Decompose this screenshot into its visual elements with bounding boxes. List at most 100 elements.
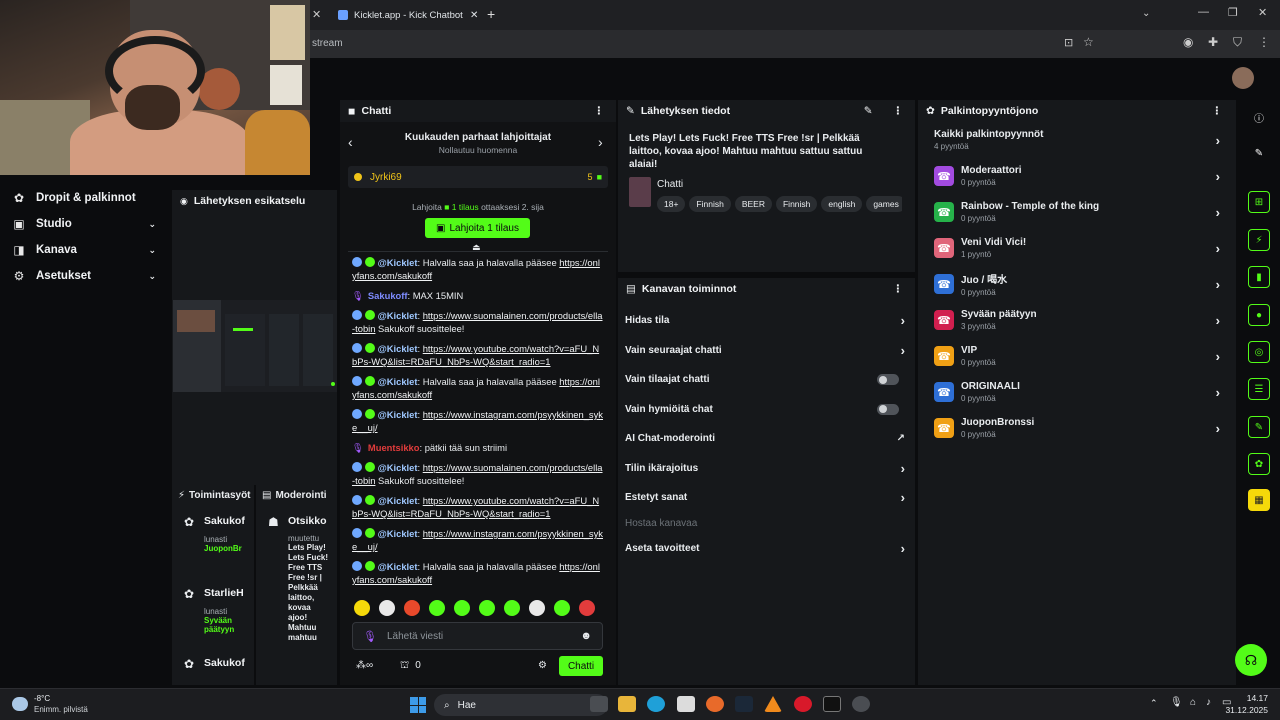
- terminal-icon[interactable]: [823, 696, 841, 712]
- browser-tab[interactable]: Kicklet.app - Kick Chatbot and C ✕: [330, 4, 480, 26]
- chat-username[interactable]: @Kicklet: [378, 310, 418, 321]
- chat-username[interactable]: Muentsikko: [368, 442, 420, 453]
- reward-row[interactable]: ☎ JuoponBronssi 0 pyyntöä ›: [918, 410, 1236, 446]
- chat-menu-icon[interactable]: ⋮: [594, 105, 605, 117]
- reward-row[interactable]: ☎ Veni Vidi Vici! 1 pyyntö ›: [918, 230, 1236, 266]
- emote-icon[interactable]: [504, 600, 520, 616]
- chat-username[interactable]: @Kicklet: [378, 561, 418, 572]
- url-text[interactable]: stream: [312, 38, 343, 49]
- steam-icon[interactable]: [735, 696, 753, 712]
- clapperboard-icon[interactable]: ▦: [1248, 489, 1270, 511]
- moderation-item[interactable]: ☗ Otsikko muutettu Lets Play! Lets Fuck!…: [256, 505, 337, 685]
- edge-browser-icon[interactable]: [647, 696, 665, 712]
- wrench-icon[interactable]: ✎: [1248, 416, 1270, 438]
- minimize-icon[interactable]: —: [1198, 6, 1209, 18]
- emote-icon[interactable]: [404, 600, 420, 616]
- task-view-icon[interactable]: [590, 696, 608, 712]
- clock-date[interactable]: 31.12.2025: [1218, 705, 1268, 715]
- toggle-switch[interactable]: [877, 374, 899, 386]
- broadcast-menu-icon[interactable]: ⋮: [893, 105, 904, 117]
- emote-icon[interactable]: [454, 600, 470, 616]
- chat-input[interactable]: 🎙 Lähetä viesti ☻: [352, 622, 603, 650]
- channel-action-row[interactable]: Tilin ikärajoitus ›: [618, 454, 915, 484]
- chat-username[interactable]: @Kicklet: [378, 528, 418, 539]
- chat-username[interactable]: @Kicklet: [378, 409, 418, 420]
- new-tab-icon[interactable]: +: [487, 6, 495, 22]
- reward-row[interactable]: ☎ Rainbow - Temple of the king 0 pyyntöä ›: [918, 194, 1236, 230]
- chevron-down-icon[interactable]: ⌄: [1142, 8, 1150, 19]
- weather-desc[interactable]: Enimm. pilvistä: [34, 705, 88, 714]
- settings-app-icon[interactable]: [852, 696, 870, 712]
- category-thumbnail[interactable]: [629, 177, 651, 207]
- store-icon[interactable]: [677, 696, 695, 712]
- reward-row[interactable]: ☎ Juo / 喝水 0 pyyntöä ›: [918, 266, 1236, 302]
- stream-preview-thumbnail[interactable]: [173, 300, 337, 392]
- reward-row[interactable]: ☎ ORIGINAALI 0 pyyntöä ›: [918, 374, 1236, 410]
- send-chat-button[interactable]: Chatti: [559, 656, 603, 676]
- opera-icon[interactable]: [794, 696, 812, 712]
- emote-icon[interactable]: [529, 600, 545, 616]
- maximize-icon[interactable]: ❐: [1228, 6, 1238, 19]
- sidebar-item[interactable]: ✿ Dropit & palkinnot: [0, 185, 170, 211]
- reward-row[interactable]: ☎ VIP 0 pyyntöä ›: [918, 338, 1236, 374]
- chat-settings-gear-icon[interactable]: ⚙: [538, 660, 547, 671]
- emote-icon[interactable]: [354, 600, 370, 616]
- channel-action-row[interactable]: Vain hymiöitä chat: [618, 395, 915, 425]
- stream-tag[interactable]: Finnish: [775, 196, 818, 212]
- clock-time[interactable]: 14.17: [1228, 693, 1268, 703]
- stream-tag[interactable]: 18+: [657, 196, 686, 212]
- emote-icon[interactable]: [554, 600, 570, 616]
- chevron-up-icon[interactable]: ⌃: [1150, 698, 1158, 709]
- stream-tag[interactable]: BEER: [734, 196, 772, 212]
- emote-icon[interactable]: [579, 600, 595, 616]
- support-headset-icon[interactable]: ☊: [1235, 644, 1267, 676]
- menu-dots-icon[interactable]: ⋮: [1258, 35, 1270, 49]
- chat-messages[interactable]: @Kicklet: Halvalla saa ja halavalla pääs…: [340, 256, 616, 596]
- bolt-icon[interactable]: ⚡: [1248, 229, 1270, 251]
- chat-username[interactable]: Sakukoff: [368, 290, 408, 301]
- taskbar-search[interactable]: ⌕ Hae: [434, 694, 608, 716]
- document-icon[interactable]: ▮: [1248, 266, 1270, 288]
- channel-action-row[interactable]: Vain tilaajat chatti: [618, 365, 915, 395]
- toggle-switch[interactable]: [877, 403, 899, 415]
- channel-action-row[interactable]: AI Chat-moderointi ↗: [618, 424, 915, 454]
- rewards-icon[interactable]: ✿: [1248, 453, 1270, 475]
- microphone-icon[interactable]: 🎙: [363, 630, 377, 643]
- expand-icon[interactable]: ⊞: [1248, 191, 1270, 213]
- chat-username[interactable]: @Kicklet: [378, 376, 418, 387]
- emote-icon[interactable]: [379, 600, 395, 616]
- channel-action-row[interactable]: Vain seuraajat chatti ›: [618, 336, 915, 366]
- list-icon[interactable]: ☰: [1248, 378, 1270, 400]
- chat-username[interactable]: @Kicklet: [378, 343, 418, 354]
- profile-icon[interactable]: ◉: [1183, 35, 1193, 49]
- activity-item[interactable]: ✿ Sakukof lunasti JuoponBr: [172, 505, 254, 577]
- install-app-icon[interactable]: ⊡: [1064, 36, 1073, 49]
- edit-icon[interactable]: ✎: [864, 105, 873, 117]
- stream-tag[interactable]: games: [866, 196, 902, 212]
- volume-icon[interactable]: ♪: [1206, 697, 1211, 708]
- sidebar-item[interactable]: ▣ Studio ⌄: [0, 211, 170, 237]
- chat-bubble-icon[interactable]: ●: [1248, 304, 1270, 326]
- emote-icon[interactable]: [479, 600, 495, 616]
- stream-tag[interactable]: english: [821, 196, 863, 212]
- chat-username[interactable]: @Kicklet: [378, 495, 418, 506]
- network-icon[interactable]: ⌂: [1190, 697, 1196, 708]
- chat-username[interactable]: @Kicklet: [378, 257, 418, 268]
- all-rewards-row[interactable]: Kaikki palkintopyynnöt 4 pyyntöä ›: [918, 122, 1236, 158]
- microphone-icon[interactable]: 🎙: [1170, 697, 1183, 708]
- avatar[interactable]: [1232, 67, 1254, 89]
- leaderboard-top-row[interactable]: Jyrki69 5 ■: [348, 166, 608, 188]
- category-name[interactable]: Chatti: [657, 179, 902, 190]
- extensions-icon[interactable]: ✚: [1208, 35, 1218, 49]
- shield-icon[interactable]: ⛉: [1233, 35, 1242, 50]
- bookmark-star-icon[interactable]: ☆: [1083, 35, 1094, 49]
- stream-tag[interactable]: Finnish: [689, 196, 731, 212]
- pen-icon[interactable]: ✎: [1248, 142, 1270, 164]
- close-tab-icon[interactable]: ✕: [312, 8, 321, 21]
- emoji-icon[interactable]: ☻: [580, 630, 592, 642]
- sidebar-item[interactable]: ⚙ Asetukset ⌄: [0, 263, 170, 289]
- emote-icon[interactable]: [429, 600, 445, 616]
- broadcast-signal-icon[interactable]: ◎: [1248, 341, 1270, 363]
- windows-start-icon[interactable]: [410, 697, 426, 713]
- close-tab-icon[interactable]: ✕: [470, 10, 478, 21]
